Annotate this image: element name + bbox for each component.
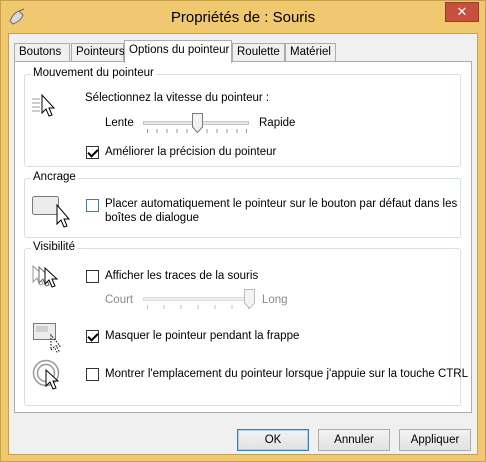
motion-group: Mouvement du pointeur Sélectionnez la vi… xyxy=(24,67,461,167)
snap-group: Ancrage Placer automatiquement le pointe… xyxy=(24,171,461,238)
hide-while-typing-checkbox[interactable] xyxy=(86,330,99,343)
pointer-trails-icon xyxy=(32,264,59,288)
hide-pointer-icon xyxy=(33,323,62,353)
dialog-client-area: Boutons Pointeurs Options du pointeur Ro… xyxy=(8,33,478,455)
close-button[interactable]: ✕ xyxy=(445,2,479,22)
visibility-group-title: Visibilité xyxy=(31,241,77,253)
fast-label: Rapide xyxy=(259,117,296,129)
tab-roulette[interactable]: Roulette xyxy=(232,43,285,62)
ctrl-locate-pointer-icon xyxy=(32,359,60,390)
hide-while-typing-label[interactable]: Masquer le pointeur pendant la frappe xyxy=(105,330,299,342)
ctrl-locate-label[interactable]: Montrer l'emplacement du pointeur lorsqu… xyxy=(105,368,468,380)
trail-length-slider-ticks xyxy=(147,305,249,309)
window-title: Propriétés de : Souris xyxy=(170,9,316,26)
snap-label-line2[interactable]: boîtes de dialogue xyxy=(105,212,199,224)
short-label: Court xyxy=(105,294,134,306)
tab-pointeurs[interactable]: Pointeurs xyxy=(71,43,125,62)
default-button-pointer-icon xyxy=(32,196,70,228)
pointer-speed-icon xyxy=(32,93,56,117)
precision-label[interactable]: Améliorer la précision du pointeur xyxy=(105,146,276,158)
precision-checkbox[interactable] xyxy=(86,146,99,159)
trail-length-slider-track xyxy=(143,297,251,301)
tab-boutons[interactable]: Boutons xyxy=(14,43,70,62)
speed-label: Sélectionnez la vitesse du pointeur : xyxy=(85,92,270,104)
speed-slider-thumb[interactable] xyxy=(192,113,203,133)
apply-button[interactable]: Appliquer xyxy=(399,429,471,451)
tab-materiel[interactable]: Matériel xyxy=(285,43,336,62)
tab-panel: Mouvement du pointeur Sélectionnez la vi… xyxy=(14,61,472,413)
long-label: Long xyxy=(262,294,288,306)
ctrl-locate-checkbox[interactable] xyxy=(86,368,99,381)
trail-length-slider-thumb xyxy=(244,289,255,309)
close-icon: ✕ xyxy=(456,4,468,19)
cancel-button[interactable]: Annuler xyxy=(318,429,390,451)
visibility-group: Visibilité Afficher les traces de la sou… xyxy=(24,241,468,406)
trails-label[interactable]: Afficher les traces de la souris xyxy=(105,270,258,282)
mouse-properties-window: Propriétés de : Souris ✕ Boutons Pointeu… xyxy=(0,0,486,462)
motion-group-title: Mouvement du pointeur xyxy=(31,67,156,79)
snap-to-default-checkbox[interactable] xyxy=(86,199,99,212)
trails-checkbox[interactable] xyxy=(86,270,99,283)
tab-options-du-pointeur[interactable]: Options du pointeur xyxy=(124,40,232,63)
snap-group-title: Ancrage xyxy=(31,171,78,183)
title-bar[interactable]: Propriétés de : Souris ✕ xyxy=(1,1,485,33)
ok-button[interactable]: OK xyxy=(237,429,309,451)
slow-label: Lente xyxy=(105,117,134,129)
snap-label-line1[interactable]: Placer automatiquement le pointeur sur l… xyxy=(105,198,457,210)
